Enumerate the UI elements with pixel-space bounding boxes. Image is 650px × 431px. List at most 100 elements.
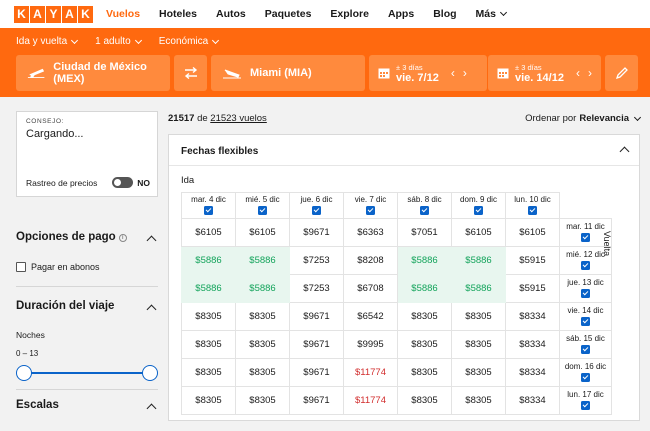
price-cell[interactable]: $5886 [181, 246, 236, 275]
price-cell[interactable]: $8305 [451, 358, 506, 387]
price-cell[interactable]: $8305 [181, 358, 236, 387]
installments-checkbox[interactable] [16, 262, 26, 272]
price-cell[interactable]: $6105 [235, 218, 290, 247]
origin-field[interactable]: Ciudad de México (MEX) [16, 55, 170, 91]
return-date-checkbox[interactable] [581, 373, 590, 382]
price-cell[interactable]: $8305 [235, 358, 290, 387]
price-cell[interactable]: $6105 [451, 218, 506, 247]
prev-day-button[interactable]: ‹ [451, 66, 455, 80]
kayak-logo[interactable]: K A Y A K [14, 5, 94, 23]
nav-blog[interactable]: Blog [433, 8, 456, 20]
price-cell[interactable]: $6708 [343, 274, 398, 303]
chevron-up-icon[interactable] [146, 403, 157, 414]
price-cell[interactable]: $8305 [181, 386, 236, 415]
price-cell[interactable]: $6105 [505, 218, 560, 247]
price-cell[interactable]: $9671 [289, 386, 344, 415]
swap-button[interactable] [174, 55, 207, 91]
price-cell[interactable]: $8305 [397, 302, 452, 331]
price-cell[interactable]: $8305 [181, 302, 236, 331]
prev-day-button[interactable]: ‹ [576, 66, 580, 80]
return-date-checkbox[interactable] [581, 401, 590, 410]
price-cell[interactable]: $7253 [289, 274, 344, 303]
nav-autos[interactable]: Autos [216, 8, 246, 20]
price-cell[interactable]: $11774 [343, 386, 398, 415]
edit-search-button[interactable] [605, 55, 638, 91]
price-cell[interactable]: $8334 [505, 330, 560, 359]
sort-dropdown[interactable]: Ordenar por Relevancia [525, 113, 642, 124]
nav-apps[interactable]: Apps [388, 8, 414, 20]
price-cell[interactable]: $8305 [235, 386, 290, 415]
info-icon[interactable]: i [118, 234, 127, 242]
price-cell[interactable]: $7253 [289, 246, 344, 275]
depart-date-checkbox[interactable] [312, 206, 321, 215]
return-date-field[interactable]: ± 3 días vie. 14/12 ‹ › [488, 55, 601, 91]
price-cell[interactable]: $9671 [289, 358, 344, 387]
nav-hoteles[interactable]: Hoteles [159, 8, 197, 20]
depart-date-checkbox[interactable] [474, 206, 483, 215]
chevron-up-icon[interactable] [146, 304, 157, 315]
depart-date-checkbox[interactable] [420, 206, 429, 215]
passengers-select[interactable]: 1 adulto [95, 36, 142, 47]
price-cell[interactable]: $9671 [289, 330, 344, 359]
price-cell[interactable]: $5886 [397, 274, 452, 303]
trip-type-select[interactable]: Ida y vuelta [16, 36, 79, 47]
slider-min-handle[interactable] [16, 365, 32, 381]
price-cell[interactable]: $7051 [397, 218, 452, 247]
slider-max-handle[interactable] [142, 365, 158, 381]
payment-options-title[interactable]: Opciones de pago i [16, 231, 127, 243]
price-cell[interactable]: $8305 [235, 302, 290, 331]
chevron-up-icon[interactable] [146, 235, 157, 246]
price-cell[interactable]: $5915 [505, 246, 560, 275]
price-cell[interactable]: $9671 [289, 302, 344, 331]
cabin-select[interactable]: Económica [159, 36, 220, 47]
price-cell[interactable]: $8305 [451, 386, 506, 415]
nav-vuelos[interactable]: Vuelos [106, 8, 140, 20]
price-cell[interactable]: $8305 [397, 358, 452, 387]
return-date-checkbox[interactable] [581, 261, 590, 270]
price-cell[interactable]: $8305 [181, 330, 236, 359]
results-total-link[interactable]: 21523 vuelos [210, 113, 267, 124]
next-day-button[interactable]: › [463, 66, 467, 80]
price-cell[interactable]: $5886 [181, 274, 236, 303]
stops-title[interactable]: Escalas [16, 399, 59, 411]
depart-date-checkbox[interactable] [258, 206, 267, 215]
price-cell[interactable]: $8334 [505, 358, 560, 387]
destination-field[interactable]: Miami (MIA) [211, 55, 365, 91]
price-cell[interactable]: $9995 [343, 330, 398, 359]
price-cell[interactable]: $5915 [505, 274, 560, 303]
installments-checkbox-row[interactable]: Pagar en abonos [16, 262, 100, 272]
return-date-checkbox[interactable] [581, 317, 590, 326]
price-cell[interactable]: $5886 [451, 246, 506, 275]
price-cell[interactable]: $5886 [397, 246, 452, 275]
price-cell[interactable]: $5886 [235, 274, 290, 303]
price-tracking-toggle[interactable]: NO [112, 177, 150, 188]
nav-explore[interactable]: Explore [330, 8, 369, 20]
depart-date-checkbox[interactable] [528, 206, 537, 215]
next-day-button[interactable]: › [588, 66, 592, 80]
price-cell[interactable]: $6363 [343, 218, 398, 247]
return-date-checkbox[interactable] [581, 289, 590, 298]
depart-date-checkbox[interactable] [366, 206, 375, 215]
price-cell[interactable]: $11774 [343, 358, 398, 387]
nav-mas[interactable]: Más [476, 8, 507, 20]
price-cell[interactable]: $6542 [343, 302, 398, 331]
price-cell[interactable]: $8305 [235, 330, 290, 359]
nav-paquetes[interactable]: Paquetes [265, 8, 312, 20]
nights-slider[interactable] [16, 365, 158, 381]
chevron-up-icon[interactable] [619, 146, 630, 157]
price-cell[interactable]: $8305 [397, 386, 452, 415]
price-cell[interactable]: $8334 [505, 386, 560, 415]
return-date-checkbox[interactable] [581, 345, 590, 354]
price-cell[interactable]: $5886 [451, 274, 506, 303]
depart-date-checkbox[interactable] [204, 206, 213, 215]
price-cell[interactable]: $9671 [289, 218, 344, 247]
return-date-checkbox[interactable] [581, 233, 590, 242]
price-cell[interactable]: $8305 [397, 330, 452, 359]
price-cell[interactable]: $8208 [343, 246, 398, 275]
price-cell[interactable]: $6105 [181, 218, 236, 247]
price-cell[interactable]: $5886 [235, 246, 290, 275]
price-cell[interactable]: $8305 [451, 330, 506, 359]
trip-duration-title[interactable]: Duración del viaje [16, 300, 114, 312]
price-cell[interactable]: $8334 [505, 302, 560, 331]
price-cell[interactable]: $8305 [451, 302, 506, 331]
